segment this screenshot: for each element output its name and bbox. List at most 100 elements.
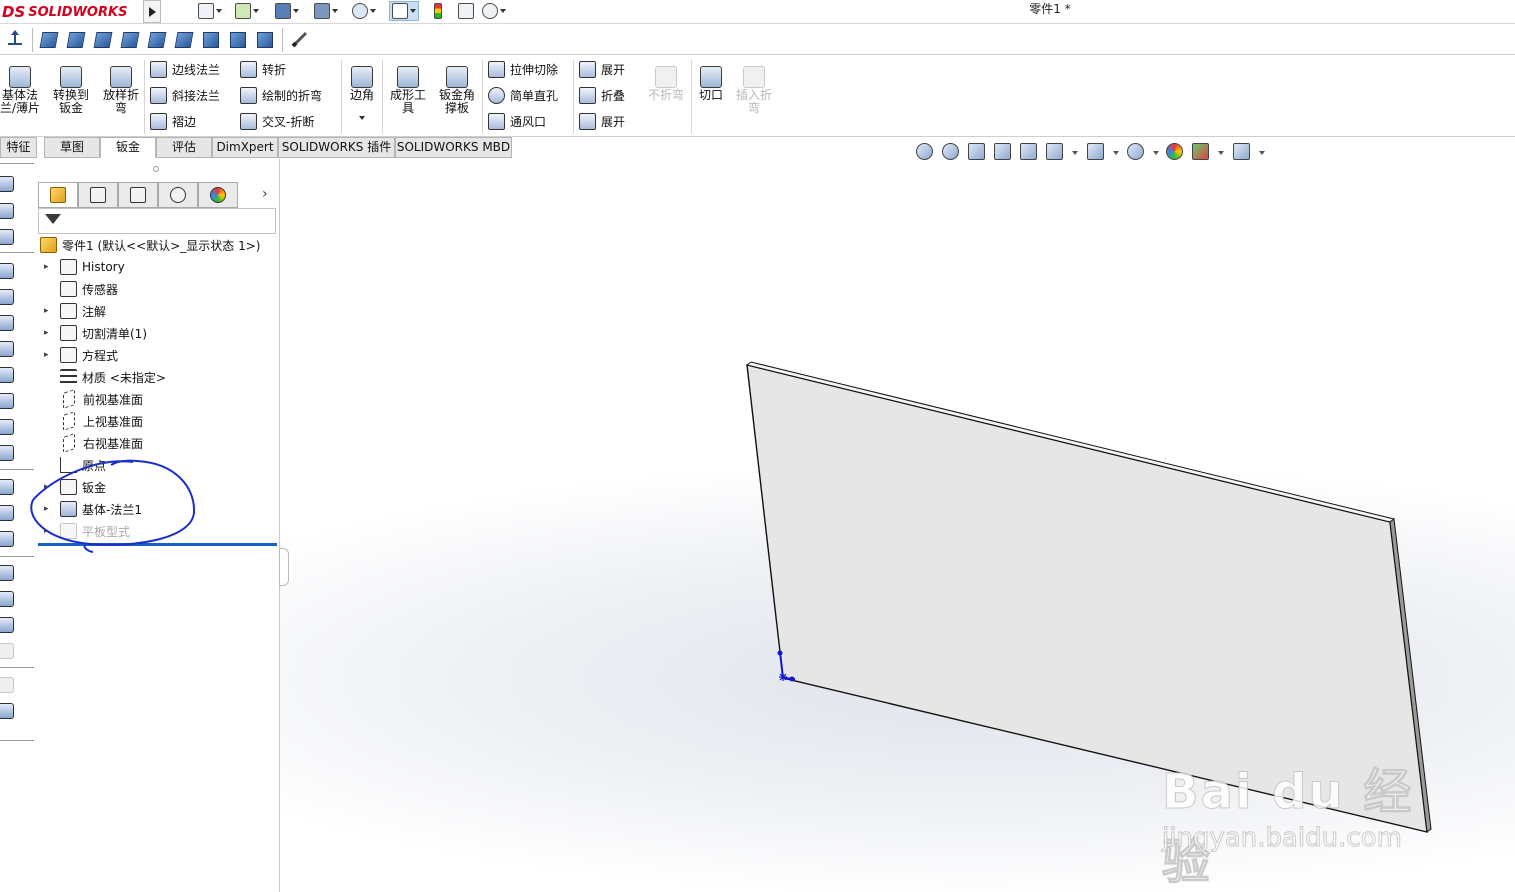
solidworks-logo[interactable]: DS SOLIDWORKS xyxy=(2,1,140,23)
extruded-cut-shortcut-icon[interactable] xyxy=(0,479,14,495)
rip-shortcut-icon[interactable] xyxy=(0,703,14,719)
chevron-down-icon[interactable] xyxy=(1113,151,1119,155)
chevron-down-icon[interactable] xyxy=(370,9,376,13)
rip-button[interactable]: 切口 xyxy=(690,64,732,132)
tree-item-material[interactable]: 材质 <未指定> xyxy=(38,366,276,388)
menu-expand-arrow-icon[interactable] xyxy=(143,0,161,23)
hide-show-items-button[interactable] xyxy=(1127,143,1147,163)
corners-button[interactable]: 边角 xyxy=(340,64,384,132)
options-button[interactable] xyxy=(482,1,506,21)
convert-to-sheet-metal-button[interactable]: 转换到钣金 xyxy=(48,64,94,132)
section-view-button[interactable] xyxy=(994,143,1014,163)
hem-shortcut-icon[interactable] xyxy=(0,315,14,331)
chevron-down-icon[interactable] xyxy=(410,9,416,13)
expand-arrow-icon[interactable]: ▸ xyxy=(44,262,54,272)
tree-item-history[interactable]: ▸ History xyxy=(38,256,276,278)
extruded-cut-button[interactable]: 拉伸切除 xyxy=(488,58,558,80)
vent-button[interactable]: 通风口 xyxy=(488,110,546,132)
expand-arrow-icon[interactable]: ▸ xyxy=(44,350,54,360)
chevron-down-icon[interactable] xyxy=(1072,151,1078,155)
miter-flange-button[interactable]: 斜接法兰 xyxy=(150,84,220,106)
chevron-right-icon[interactable]: › xyxy=(262,186,274,202)
dynamic-annotation-button[interactable] xyxy=(1020,143,1040,163)
panel-grip-icon[interactable] xyxy=(153,166,159,172)
isometric-view-button[interactable] xyxy=(200,29,222,51)
chevron-down-icon[interactable] xyxy=(1218,151,1224,155)
featuremanager-tab[interactable] xyxy=(38,182,78,208)
simple-hole-button[interactable]: 简单直孔 xyxy=(488,84,558,106)
tree-item-cut-list[interactable]: ▸ 切割清单(1) xyxy=(38,322,276,344)
tree-item-right-plane[interactable]: 右视基准面 xyxy=(38,432,276,454)
corners-shortcut-icon[interactable] xyxy=(0,419,14,435)
simple-hole-shortcut-icon[interactable] xyxy=(0,505,14,521)
back-view-button[interactable] xyxy=(65,29,87,51)
lofted-bend-shortcut-icon[interactable] xyxy=(0,229,14,245)
sketched-bend-button[interactable]: 绘制的折弯 xyxy=(240,84,322,106)
chevron-down-icon[interactable] xyxy=(1153,151,1159,155)
propertymanager-tab[interactable] xyxy=(78,182,118,208)
insert-bends-button[interactable]: 插入折弯 xyxy=(731,64,777,132)
chevron-down-icon[interactable] xyxy=(359,116,365,120)
tree-item-front-plane[interactable]: 前视基准面 xyxy=(38,388,276,410)
front-view-button[interactable] xyxy=(38,29,60,51)
vent-shortcut-icon[interactable] xyxy=(0,531,14,547)
no-bends-shortcut-icon[interactable] xyxy=(0,643,14,659)
tree-item-sensors[interactable]: 传感器 xyxy=(38,278,276,300)
chevron-down-icon[interactable] xyxy=(1259,151,1265,155)
unfold-shortcut-icon[interactable] xyxy=(0,565,14,581)
tab-sketch[interactable]: 草图 xyxy=(44,137,100,158)
tree-item-annotations[interactable]: ▸ 注解 xyxy=(38,300,276,322)
undo-button[interactable] xyxy=(352,1,376,21)
tab-dimxpert[interactable]: DimXpert xyxy=(212,137,278,158)
tree-filter-input[interactable] xyxy=(38,208,276,234)
convert-shortcut-icon[interactable] xyxy=(0,203,14,219)
dimetric-view-button[interactable] xyxy=(254,29,276,51)
right-view-button[interactable] xyxy=(119,29,141,51)
miter-flange-shortcut-icon[interactable] xyxy=(0,289,14,305)
panel-splitter-handle[interactable] xyxy=(279,548,289,586)
unfold-button[interactable]: 展开 xyxy=(579,58,625,80)
expand-arrow-icon[interactable]: ▸ xyxy=(44,328,54,338)
tab-sheet-metal[interactable]: 钣金 xyxy=(100,137,156,158)
sketched-bend-shortcut-icon[interactable] xyxy=(0,367,14,383)
cross-break-button[interactable]: 交叉-折断 xyxy=(240,110,314,132)
tab-features[interactable]: 特征 xyxy=(0,137,37,158)
previous-view-button[interactable] xyxy=(968,143,988,163)
zoom-to-area-button[interactable] xyxy=(942,143,962,163)
base-flange-shortcut-icon[interactable] xyxy=(0,176,14,192)
tab-solidworks-mbd[interactable]: SOLIDWORKS MBD xyxy=(395,137,512,158)
chevron-down-icon[interactable] xyxy=(332,9,338,13)
tab-solidworks-addins[interactable]: SOLIDWORKS 插件 xyxy=(278,137,395,158)
flatten-button[interactable]: 展开 xyxy=(579,110,625,132)
sheet-metal-gusset-button[interactable]: 钣金角撑板 xyxy=(434,64,480,132)
chevron-down-icon[interactable] xyxy=(293,9,299,13)
edge-flange-shortcut-icon[interactable] xyxy=(0,263,14,279)
trimetric-view-button[interactable] xyxy=(227,29,249,51)
print-button[interactable] xyxy=(314,1,338,21)
chevron-down-icon[interactable] xyxy=(253,9,259,13)
cross-break-shortcut-icon[interactable] xyxy=(0,393,14,409)
expand-arrow-icon[interactable]: ▸ xyxy=(44,306,54,316)
tree-root-part[interactable]: 零件1 (默认<<默认>_显示状态 1>) xyxy=(38,234,276,256)
jog-shortcut-icon[interactable] xyxy=(0,341,14,357)
no-bends-button[interactable]: 不折弯 xyxy=(643,64,689,132)
base-flange-button[interactable]: 基体法兰/薄片 xyxy=(0,64,43,132)
fold-button[interactable]: 折叠 xyxy=(579,84,625,106)
insert-bends-shortcut-icon[interactable] xyxy=(0,677,14,693)
chevron-down-icon[interactable] xyxy=(500,9,506,13)
view-settings-button[interactable] xyxy=(1233,143,1253,163)
new-document-button[interactable] xyxy=(198,1,222,21)
forming-tool-shortcut-icon[interactable] xyxy=(0,445,14,461)
view-orientation-button[interactable] xyxy=(1046,143,1066,163)
tree-item-equations[interactable]: ▸ 方程式 xyxy=(38,344,276,366)
jog-button[interactable]: 转折 xyxy=(240,58,286,80)
configurationmanager-tab[interactable] xyxy=(118,182,158,208)
zoom-to-fit-button[interactable] xyxy=(916,143,936,163)
save-button[interactable] xyxy=(275,1,299,21)
displaymanager-tab[interactable] xyxy=(198,182,238,208)
select-button[interactable] xyxy=(389,1,419,21)
top-view-button[interactable] xyxy=(146,29,168,51)
forming-tool-button[interactable]: 成形工具 xyxy=(385,64,431,132)
tab-evaluate[interactable]: 评估 xyxy=(156,137,212,158)
hem-button[interactable]: 褶边 xyxy=(150,110,196,132)
